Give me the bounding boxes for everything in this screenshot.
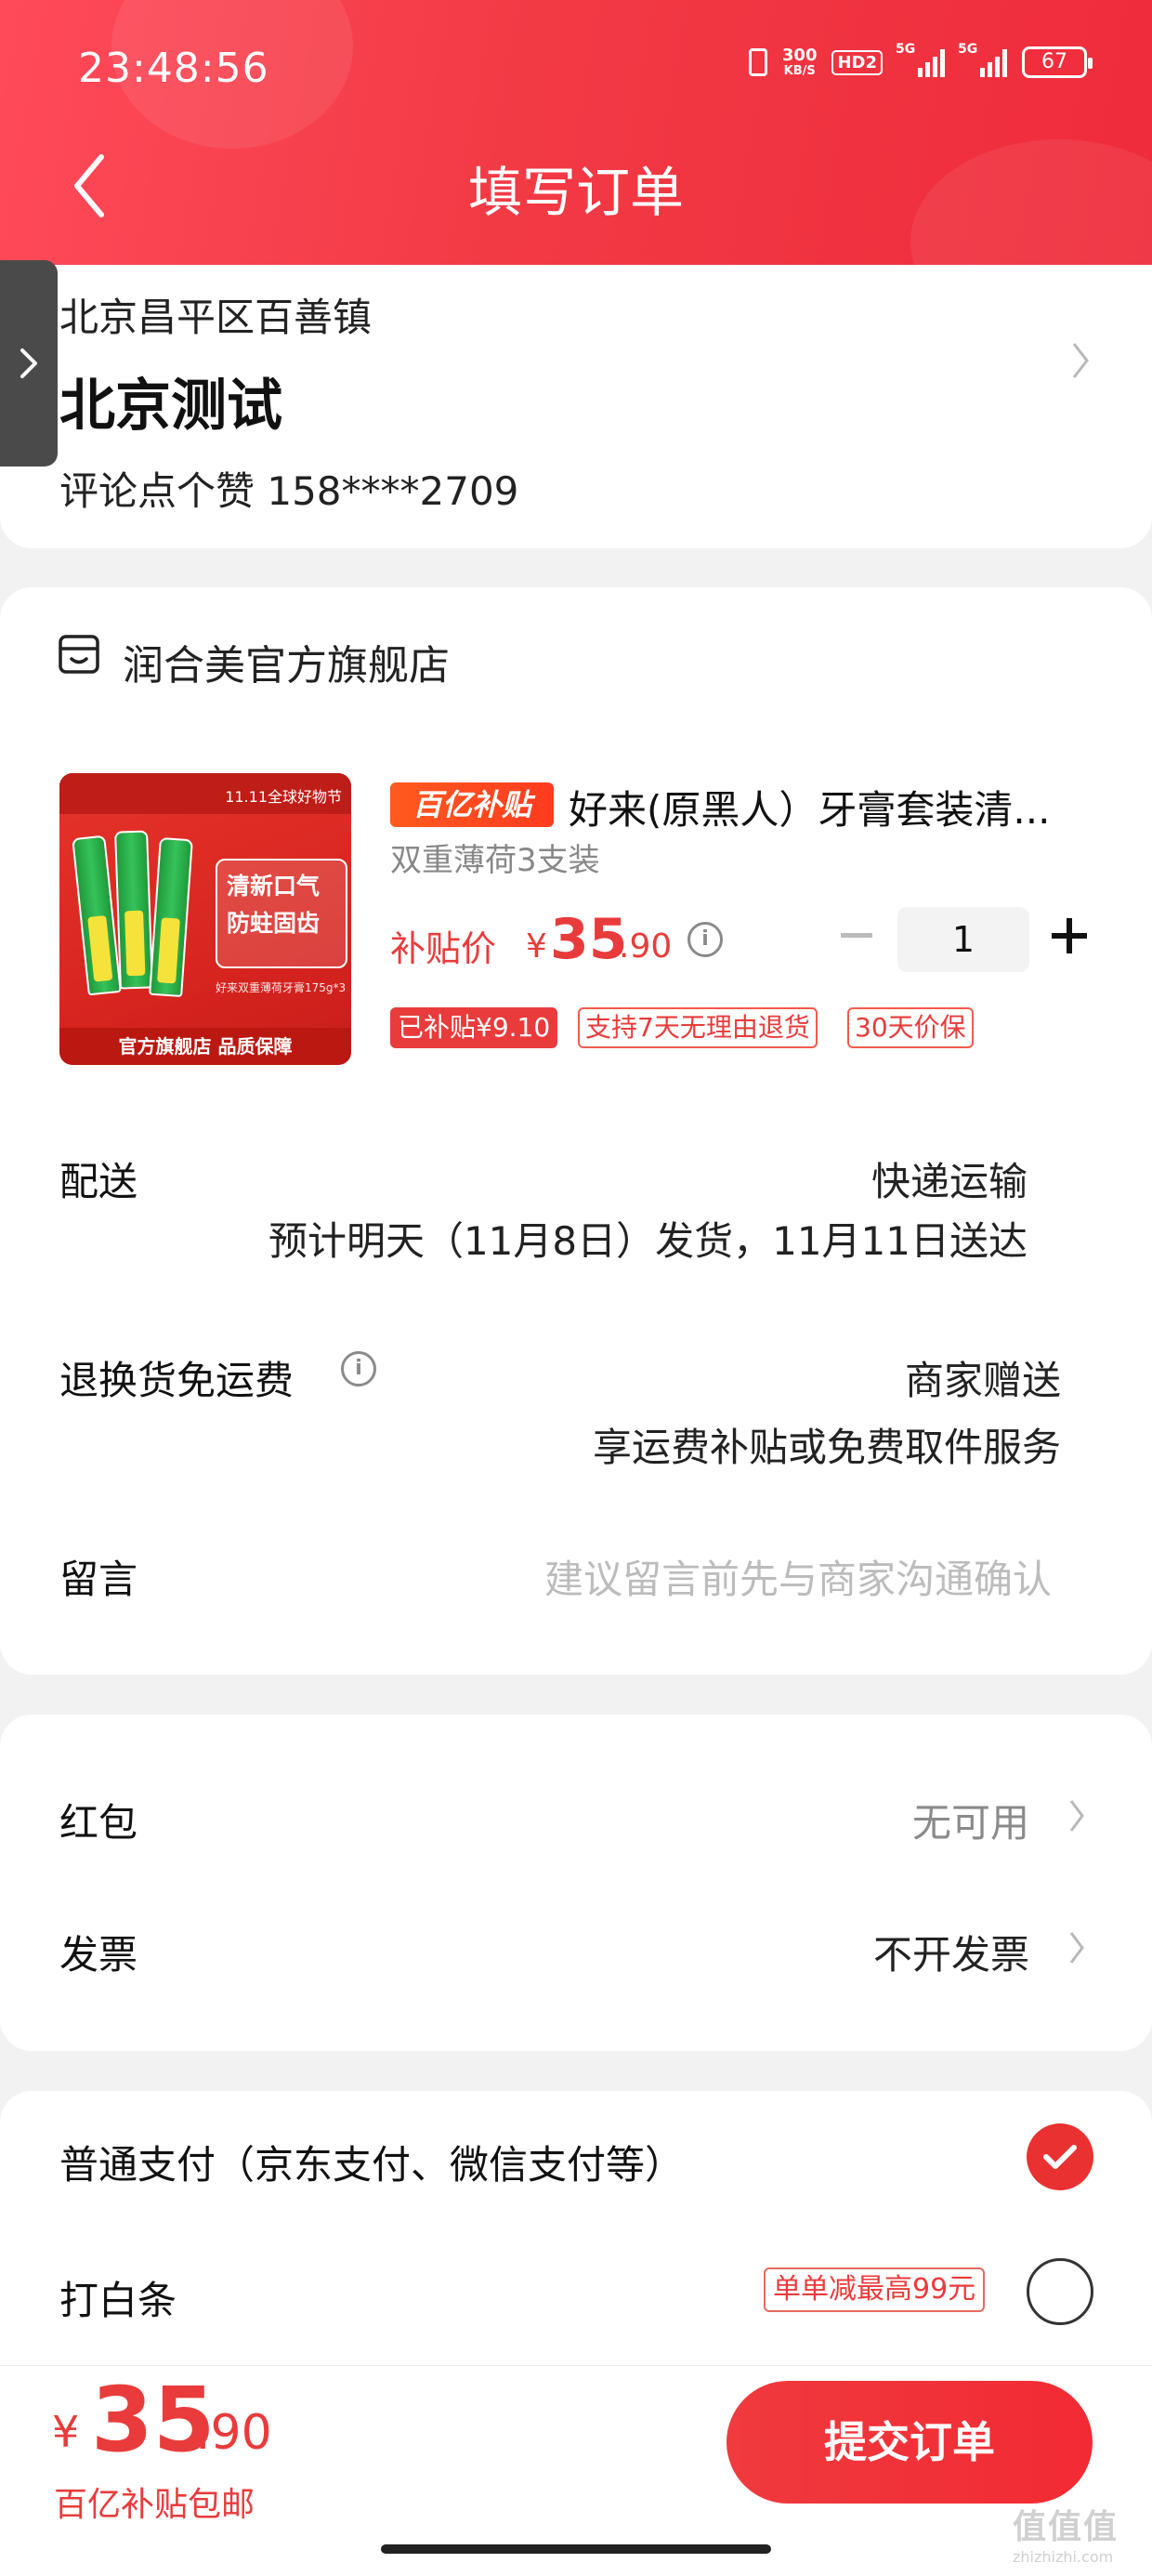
delivery-method[interactable]: 快递运输 <box>871 1150 1028 1207</box>
product-spec: 双重薄荷3支装 <box>390 842 600 879</box>
store-icon <box>58 634 100 675</box>
product-image-bubble-line: 防蛀固齿 <box>227 910 321 937</box>
info-icon[interactable]: i <box>687 922 723 957</box>
vibrate-icon <box>748 48 767 76</box>
product-image-top-text: 11.11全球好物节 <box>59 773 351 814</box>
hd-icon: HD2 <box>831 49 883 75</box>
return-shipping-label: 退换货免运费 <box>59 1358 295 1403</box>
red-packet-chevron-icon[interactable] <box>1068 1797 1085 1843</box>
plus-icon <box>1067 918 1072 953</box>
status-icons: 300 KB/S HD2 5G 5G 67 <box>748 42 1093 78</box>
address-chevron-icon[interactable] <box>1070 340 1091 389</box>
network-speed: 300 KB/S <box>782 46 818 78</box>
baitiao-promo-tag: 单单减最高99元 <box>764 2267 986 2312</box>
red-packet-label: 红包 <box>59 1800 138 1846</box>
total-note: 百亿补贴包邮 <box>54 2486 255 2524</box>
price-label: 补贴价 <box>390 928 497 969</box>
network-speed-unit: KB/S <box>783 64 816 78</box>
message-label: 留言 <box>59 1557 138 1602</box>
info-icon[interactable]: i <box>341 1351 376 1387</box>
watermark-sub: zhizhizhi.com <box>1013 2548 1114 2566</box>
message-input[interactable]: 建议留言前先与商家沟通确认 <box>544 1548 1052 1605</box>
total-decimal: .90 <box>195 2405 272 2461</box>
minus-icon <box>841 932 872 938</box>
return-policy-tag: 支持7天无理由退货 <box>578 1007 818 1048</box>
total-currency: ¥ <box>52 2407 80 2457</box>
signal-label: 5G <box>958 42 978 57</box>
status-time: 23:48:56 <box>78 45 269 92</box>
battery-icon: 67 <box>1022 46 1093 78</box>
home-indicator[interactable] <box>381 2544 771 2554</box>
chevron-right-icon <box>20 348 37 378</box>
watermark-main: 值值值 <box>1013 2508 1119 2546</box>
signal-icon: 5G <box>896 42 945 77</box>
page-title: 填写订单 <box>467 161 684 224</box>
product-tube <box>114 830 153 990</box>
product-image-bubble: 清新口气 防蛀固齿 <box>216 859 347 968</box>
return-shipping-desc: 享运费补贴或免费取件服务 <box>592 1425 1061 1470</box>
side-expand-tab[interactable] <box>0 260 58 467</box>
price-currency: ¥ <box>526 927 547 966</box>
checkmark-icon <box>1043 2145 1077 2169</box>
watermark: 值值值 zhizhizhi.com <box>1013 2500 1119 2566</box>
product-image-bubble-line: 清新口气 <box>227 873 321 900</box>
extras-card <box>0 1715 1152 2051</box>
quantity-increase-button[interactable] <box>1048 913 1091 961</box>
invoice-chevron-icon[interactable] <box>1068 1929 1085 1975</box>
invoice-label: 发票 <box>59 1932 138 1978</box>
invoice-value[interactable]: 不开发票 <box>873 1924 1029 1980</box>
address-name: 北京测试 <box>59 374 282 439</box>
product-tube <box>72 835 122 996</box>
product-title[interactable]: 好来(原黑人）牙膏套装清... <box>569 779 1050 835</box>
payment-baitiao-radio[interactable] <box>1027 2258 1093 2325</box>
signal-label: 5G <box>896 42 916 57</box>
return-shipping-value: 商家赠送 <box>904 1358 1061 1403</box>
price-decimal: .90 <box>619 927 673 966</box>
red-packet-value[interactable]: 无可用 <box>912 1792 1029 1848</box>
product-image[interactable]: 11.11全球好物节 清新口气 防蛀固齿 好来双重薄荷牙膏175g*3 官方旗舰… <box>59 773 351 1065</box>
network-speed-value: 300 <box>781 46 818 65</box>
submit-order-button[interactable]: 提交订单 <box>727 2381 1093 2504</box>
store-name[interactable]: 润合美官方旗舰店 <box>123 632 450 691</box>
payment-baitiao-label[interactable]: 打白条 <box>59 2269 177 2326</box>
store-card <box>0 587 1152 1675</box>
delivery-label: 配送 <box>59 1159 138 1204</box>
product-tube <box>149 836 193 998</box>
price-protect-tag: 30天价保 <box>847 1007 974 1048</box>
product-image-bottom-text: 官方旗舰店 品质保障 <box>59 1028 351 1065</box>
price-integer: 35 <box>550 907 628 972</box>
signal-icon: 5G <box>958 42 1007 77</box>
quantity-decrease-button[interactable] <box>836 911 877 959</box>
delivery-estimate: 预计明天（11月8日）发货，11月11日送达 <box>268 1218 1028 1264</box>
quantity-value[interactable]: 1 <box>897 907 1029 972</box>
address-region: 北京昌平区百善镇 <box>59 295 373 340</box>
payment-normal-label[interactable]: 普通支付（京东支付、微信支付等） <box>59 2134 684 2190</box>
address-contact: 评论点个赞 158****2709 <box>59 468 519 514</box>
subsidy-amount-tag: 已补贴¥9.10 <box>390 1007 558 1048</box>
product-image-small-text: 好来双重薄荷牙膏175g*3 <box>216 981 347 994</box>
payment-normal-radio[interactable] <box>1027 2123 1093 2190</box>
subsidy-badge: 百亿补贴 <box>390 782 554 827</box>
